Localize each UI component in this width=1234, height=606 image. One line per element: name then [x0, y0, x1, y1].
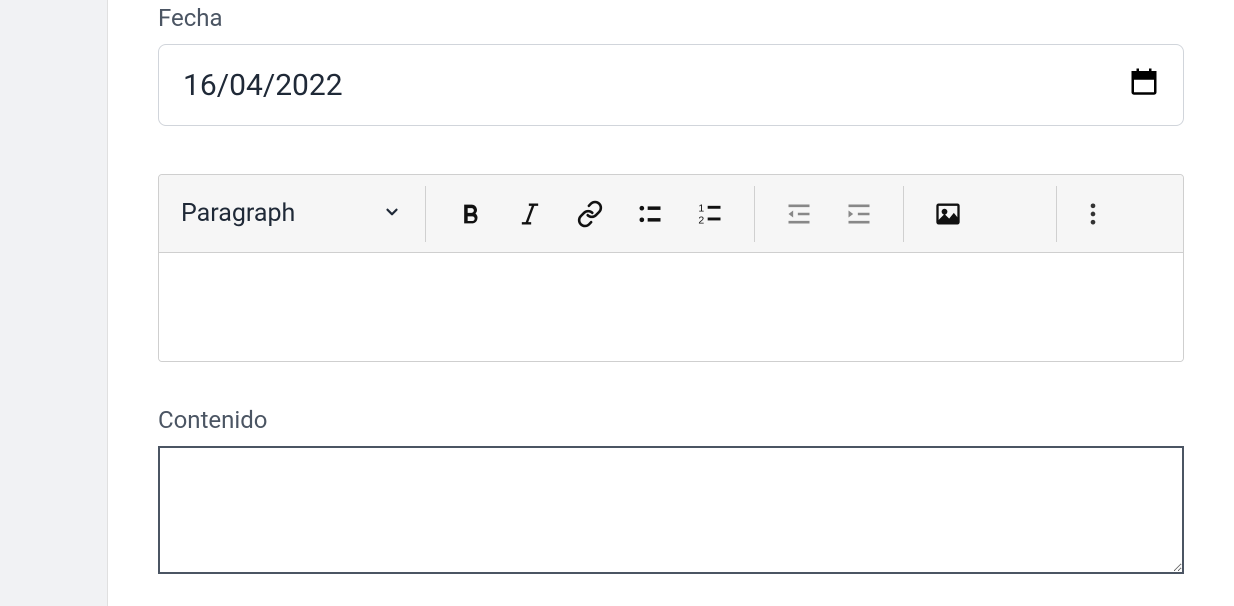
- contenido-textarea[interactable]: [158, 446, 1184, 574]
- date-input[interactable]: 16/04/2022: [158, 44, 1184, 126]
- indent-button[interactable]: [833, 188, 885, 240]
- bold-button[interactable]: [444, 188, 496, 240]
- contenido-label: Contenido: [158, 406, 1184, 434]
- date-field-group: Fecha 16/04/2022: [158, 0, 1184, 126]
- toolbar-divider: [903, 186, 904, 242]
- left-sidebar-margin: [0, 0, 108, 606]
- chevron-down-icon: [383, 199, 401, 228]
- italic-button[interactable]: [504, 188, 556, 240]
- toolbar-divider: [425, 186, 426, 242]
- rich-text-editor: Paragraph: [158, 174, 1184, 362]
- more-options-button[interactable]: [1067, 188, 1119, 240]
- style-dropdown-label: Paragraph: [181, 199, 295, 228]
- toolbar-divider: [1056, 186, 1057, 242]
- outdent-button[interactable]: [773, 188, 825, 240]
- svg-text:2: 2: [698, 214, 704, 226]
- editor-content-area[interactable]: [159, 253, 1183, 361]
- svg-text:1: 1: [698, 202, 704, 214]
- rich-editor-group: Paragraph: [158, 174, 1184, 362]
- numbered-list-button[interactable]: 1 2: [684, 188, 736, 240]
- calendar-icon[interactable]: [1129, 66, 1159, 104]
- editor-toolbar: Paragraph: [159, 175, 1183, 253]
- image-button[interactable]: [922, 188, 974, 240]
- link-button[interactable]: [564, 188, 616, 240]
- bullet-list-button[interactable]: [624, 188, 676, 240]
- toolbar-divider: [754, 186, 755, 242]
- paragraph-style-dropdown[interactable]: Paragraph: [171, 189, 419, 238]
- date-value: 16/04/2022: [183, 68, 343, 103]
- contenido-field-group: Contenido: [158, 406, 1184, 578]
- date-label: Fecha: [158, 4, 1184, 32]
- form-panel: Fecha 16/04/2022 Paragrap: [108, 0, 1234, 606]
